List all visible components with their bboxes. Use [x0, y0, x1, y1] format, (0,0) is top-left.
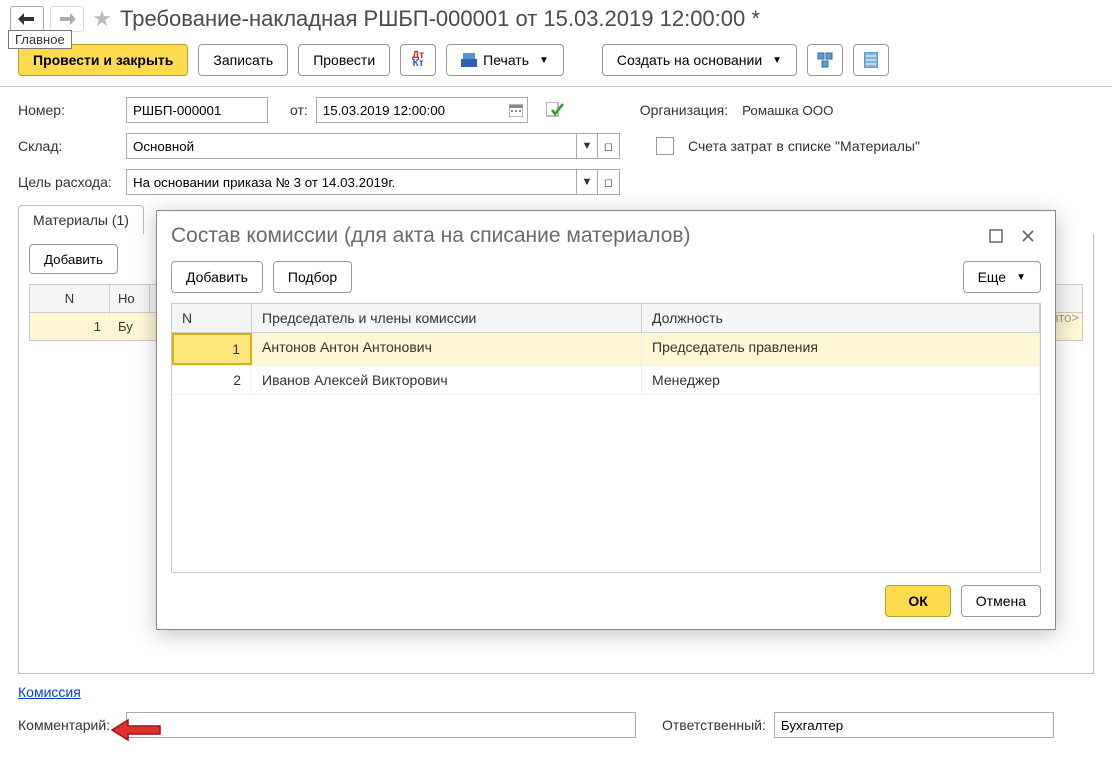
chevron-down-icon: ▼ [772, 55, 782, 66]
list-button[interactable] [853, 44, 889, 76]
org-field[interactable] [736, 97, 996, 123]
nav-back-button[interactable] [10, 6, 44, 32]
dialog-more-button[interactable]: Еще ▼ [963, 261, 1041, 293]
dtk-icon: ДтКт [412, 52, 424, 68]
dlg-cell-member: Антонов Антон Антонович [252, 333, 642, 365]
dtk-button[interactable]: ДтКт [400, 44, 436, 76]
chevron-down-icon: ▼ [1016, 272, 1026, 283]
check-icon [546, 102, 564, 118]
dialog-pick-button[interactable]: Подбор [273, 261, 352, 293]
print-button[interactable]: Печать ▼ [446, 44, 564, 76]
purpose-label: Цель расхода: [18, 174, 118, 190]
cost-accounts-label: Счета затрат в списке "Материалы" [688, 138, 920, 154]
dlg-col-position: Должность [642, 304, 1040, 332]
nav-forward-button[interactable] [50, 6, 84, 32]
create-on-basis-button[interactable]: Создать на основании ▼ [602, 44, 797, 76]
number-label: Номер: [18, 102, 118, 118]
dlg-row[interactable]: 1 Антонов Антон Антонович Председатель п… [172, 333, 1040, 366]
nav-tooltip: Главное [8, 30, 72, 49]
commission-link[interactable]: Комиссия [18, 684, 81, 700]
dlg-cell-n: 2 [172, 366, 252, 394]
more-label: Еще [978, 269, 1007, 285]
comment-field[interactable] [126, 712, 636, 738]
cancel-button[interactable]: Отмена [961, 585, 1041, 617]
print-label: Печать [483, 52, 529, 68]
dialog-title: Состав комиссии (для акта на списание ма… [171, 224, 977, 248]
open-button[interactable]: ◻ [598, 169, 620, 195]
warehouse-field[interactable] [126, 133, 576, 159]
commission-dialog: Состав комиссии (для акта на списание ма… [156, 210, 1056, 630]
col-n-header: N [30, 285, 110, 312]
col-nomen-header: Но [110, 285, 150, 312]
from-label: от: [290, 102, 308, 118]
dlg-cell-position: Председатель правления [642, 333, 1040, 365]
dropdown-button[interactable]: ▼ [576, 133, 598, 159]
dropdown-button[interactable]: ▼ [576, 169, 598, 195]
responsible-field[interactable] [774, 712, 1054, 738]
calendar-icon[interactable] [506, 97, 528, 123]
add-material-button[interactable]: Добавить [29, 244, 118, 274]
structure-icon [817, 52, 833, 68]
chevron-down-icon: ▼ [539, 55, 549, 66]
tab-materials[interactable]: Материалы (1) [18, 205, 144, 234]
purpose-field[interactable] [126, 169, 576, 195]
favorite-star-icon[interactable]: ★ [90, 7, 114, 31]
open-button[interactable]: ◻ [598, 133, 620, 159]
responsible-label: Ответственный: [662, 717, 766, 733]
warehouse-label: Склад: [18, 138, 118, 154]
dlg-cell-position: Менеджер [642, 366, 1040, 394]
close-button[interactable] [1015, 223, 1041, 249]
printer-icon [461, 53, 477, 67]
ok-button[interactable]: ОК [885, 585, 950, 617]
page-title: Требование-накладная РШБП-000001 от 15.0… [120, 6, 760, 32]
date-field[interactable] [316, 97, 506, 123]
cost-accounts-checkbox[interactable] [656, 137, 674, 155]
dlg-cell-n: 1 [172, 333, 252, 365]
dialog-add-button[interactable]: Добавить [171, 261, 263, 293]
cell-nomen: Бу [110, 313, 150, 340]
red-arrow-annotation [110, 718, 162, 742]
list-icon [864, 52, 878, 68]
structure-button[interactable] [807, 44, 843, 76]
maximize-button[interactable] [983, 223, 1009, 249]
dlg-row[interactable]: 2 Иванов Алексей Викторович Менеджер [172, 366, 1040, 395]
cell-n: 1 [30, 313, 110, 340]
number-field[interactable] [126, 97, 268, 123]
create-basis-label: Создать на основании [617, 52, 762, 68]
save-button[interactable]: Записать [198, 44, 288, 76]
dlg-col-n: N [172, 304, 252, 332]
dlg-col-member: Председатель и члены комиссии [252, 304, 642, 332]
post-button[interactable]: Провести [298, 44, 390, 76]
comment-label: Комментарий: [18, 717, 118, 733]
org-label: Организация: [640, 102, 728, 118]
dlg-cell-member: Иванов Алексей Викторович [252, 366, 642, 394]
